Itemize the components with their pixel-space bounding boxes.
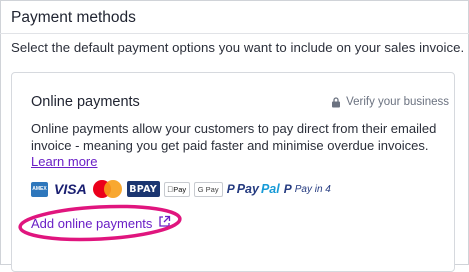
section-description: Select the default payment options you w…: [11, 40, 465, 55]
online-payments-description: Online payments allow your customers to …: [31, 121, 437, 153]
apple-pay-icon: Pay: [163, 181, 190, 197]
paypal-icon: P Pay Pal: [226, 182, 280, 196]
external-link-icon: [158, 215, 171, 231]
section-title: Payment methods: [11, 9, 136, 26]
amex-icon: AMEX: [31, 181, 48, 197]
section-divider: [0, 33, 469, 34]
add-online-payments-link[interactable]: Add online payments: [31, 215, 171, 231]
verify-business-label: Verify your business: [346, 96, 449, 108]
verify-business-status: Verify your business: [331, 96, 449, 108]
lock-icon: [331, 96, 341, 108]
payment-logos: AMEX VISA BPAY Pay G Pay PPayPal PPay i…: [31, 180, 331, 198]
learn-more-link[interactable]: Learn more: [31, 154, 97, 169]
add-online-payments-label: Add online payments: [31, 215, 153, 231]
bpay-icon: BPAY: [126, 181, 160, 197]
visa-icon: VISA: [54, 181, 87, 197]
online-payments-title: Online payments: [31, 94, 140, 110]
mastercard-icon: [92, 180, 123, 198]
paypal-pay-in-4-icon: P Pay in 4: [283, 182, 331, 196]
google-pay-icon: G Pay: [193, 181, 223, 197]
